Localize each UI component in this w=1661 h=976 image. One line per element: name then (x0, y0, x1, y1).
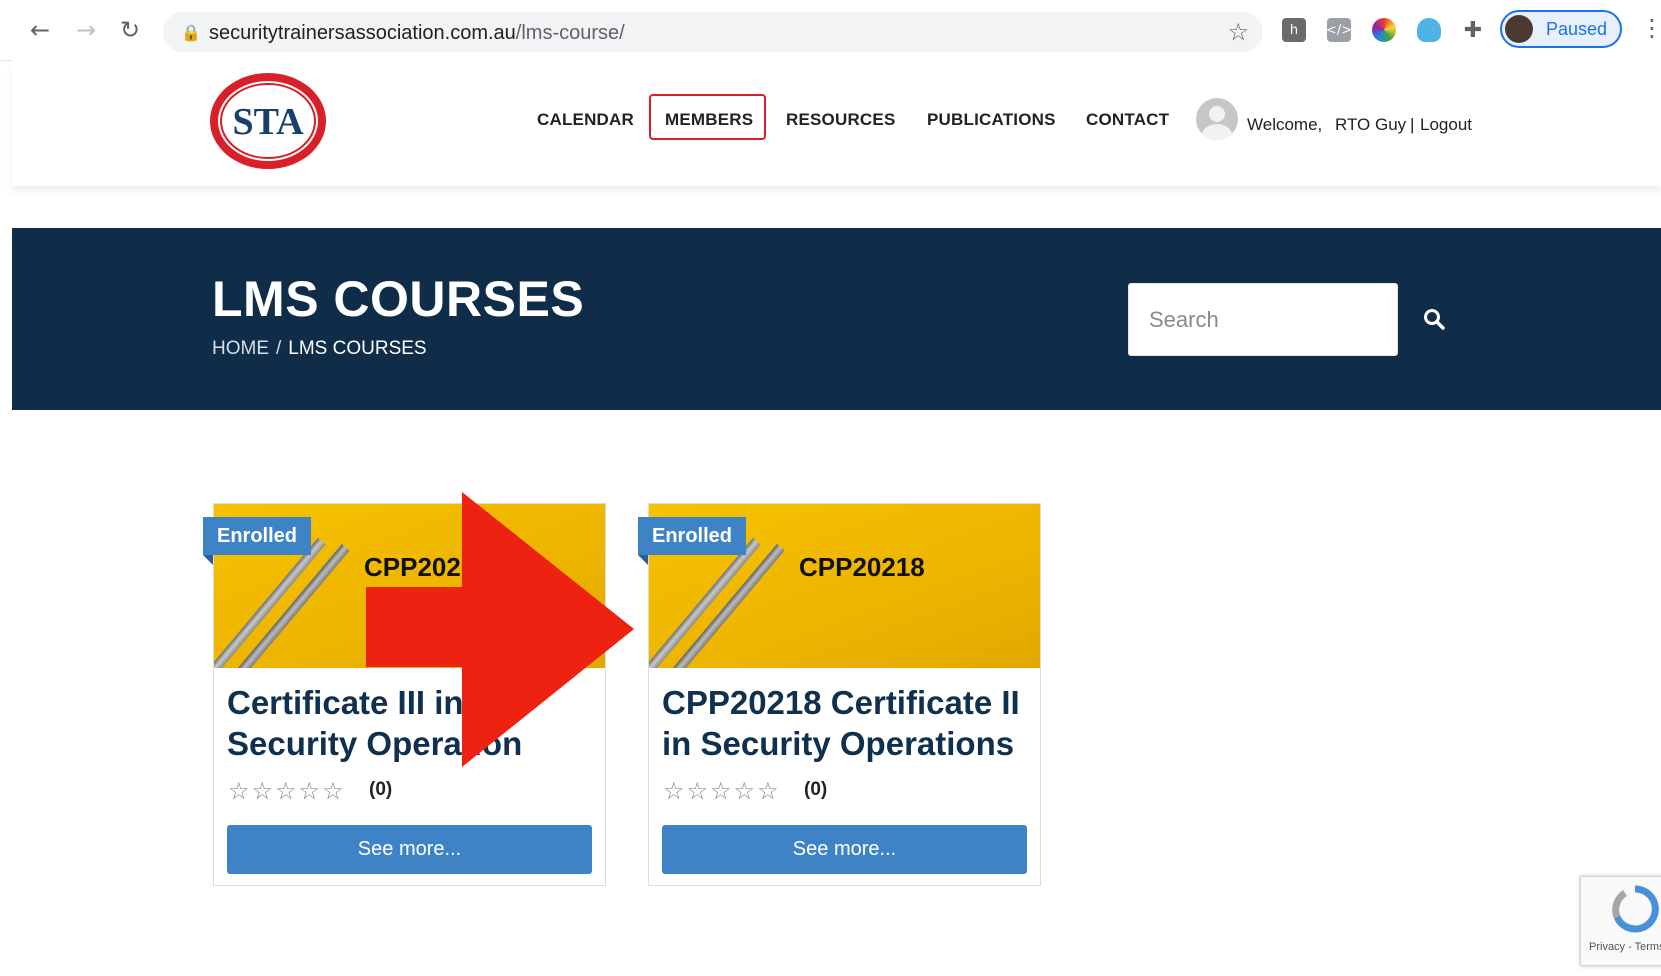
reload-icon[interactable]: ↻ (114, 14, 146, 46)
rating-count: (0) (369, 779, 393, 800)
user-avatar[interactable] (1196, 98, 1238, 140)
nav-calendar[interactable]: CALENDAR (537, 110, 634, 130)
badge-fold (203, 555, 213, 565)
welcome-text: Welcome, (1247, 115, 1323, 134)
recaptcha-icon (1612, 885, 1659, 933)
lock-icon: 🔒 (181, 23, 201, 42)
bookmark-star-icon[interactable]: ☆ (1227, 18, 1249, 46)
logo-text: STA (232, 101, 304, 143)
nav-members[interactable]: MEMBERS (665, 110, 753, 130)
page-title: LMS COURSES (212, 271, 585, 327)
back-icon[interactable]: ← (24, 14, 56, 46)
see-more-button[interactable]: See more... (662, 825, 1027, 874)
rating-count: (0) (804, 779, 828, 800)
see-more-button[interactable]: See more... (227, 825, 592, 874)
enrolled-badge: Enrolled (638, 517, 747, 555)
search-field[interactable] (1128, 283, 1398, 356)
profile-status: Paused (1546, 19, 1608, 39)
recaptcha-badge[interactable]: Privacy - Terms (1580, 876, 1661, 966)
search-input[interactable] (1129, 284, 1397, 355)
breadcrumb: HOME / LMS COURSES (212, 338, 427, 360)
user-separator: | (1410, 115, 1415, 134)
breadcrumb-current: LMS COURSES (288, 338, 427, 359)
rating-stars-icon: ☆☆☆☆☆ (228, 777, 346, 805)
badge-fold (638, 555, 648, 565)
rating-stars-icon: ☆☆☆☆☆ (663, 777, 781, 805)
address-bar[interactable]: 🔒 securitytrainersassociation.com.au/lms… (163, 12, 1263, 52)
search-icon[interactable] (1416, 301, 1452, 337)
logout-link[interactable]: Logout (1420, 115, 1472, 135)
url-text[interactable]: securitytrainersassociation.com.au/lms-c… (209, 22, 625, 45)
profile-button[interactable]: Paused (1500, 10, 1622, 48)
enrolled-badge: Enrolled (203, 517, 312, 555)
nav-resources[interactable]: RESOURCES (786, 110, 896, 130)
nav-publications[interactable]: PUBLICATIONS (927, 110, 1056, 130)
username-link[interactable]: RTO Guy (1335, 115, 1406, 135)
recaptcha-label[interactable]: Privacy - Terms (1589, 941, 1661, 953)
forward-icon[interactable]: → (70, 14, 102, 46)
extensions-puzzle-icon[interactable]: ✚ (1461, 18, 1485, 43)
extension-cloud-icon[interactable] (1417, 18, 1441, 42)
course-title[interactable]: CPP20218 Certificate II in Security Oper… (662, 682, 1032, 764)
sta-logo[interactable]: STA (206, 70, 330, 172)
browser-toolbar: ← → ↻ 🔒 securitytrainersassociation.com.… (0, 0, 1661, 61)
extension-code-icon[interactable]: </> (1326, 18, 1352, 42)
course-card[interactable]: CPP20218 CPP20218 Certificate II in Secu… (648, 503, 1041, 886)
red-arrow-annotation (366, 492, 634, 767)
course-image-code: CPP20218 (799, 552, 925, 582)
breadcrumb-home[interactable]: HOME (212, 338, 269, 359)
breadcrumb-separator: / (276, 338, 282, 359)
menu-kebab-icon[interactable]: ⋮ (1640, 14, 1661, 42)
extension-hubspot-icon[interactable]: h (1282, 18, 1306, 42)
extension-color-icon[interactable] (1372, 18, 1396, 42)
nav-contact[interactable]: CONTACT (1086, 110, 1169, 130)
profile-avatar (1505, 15, 1533, 43)
